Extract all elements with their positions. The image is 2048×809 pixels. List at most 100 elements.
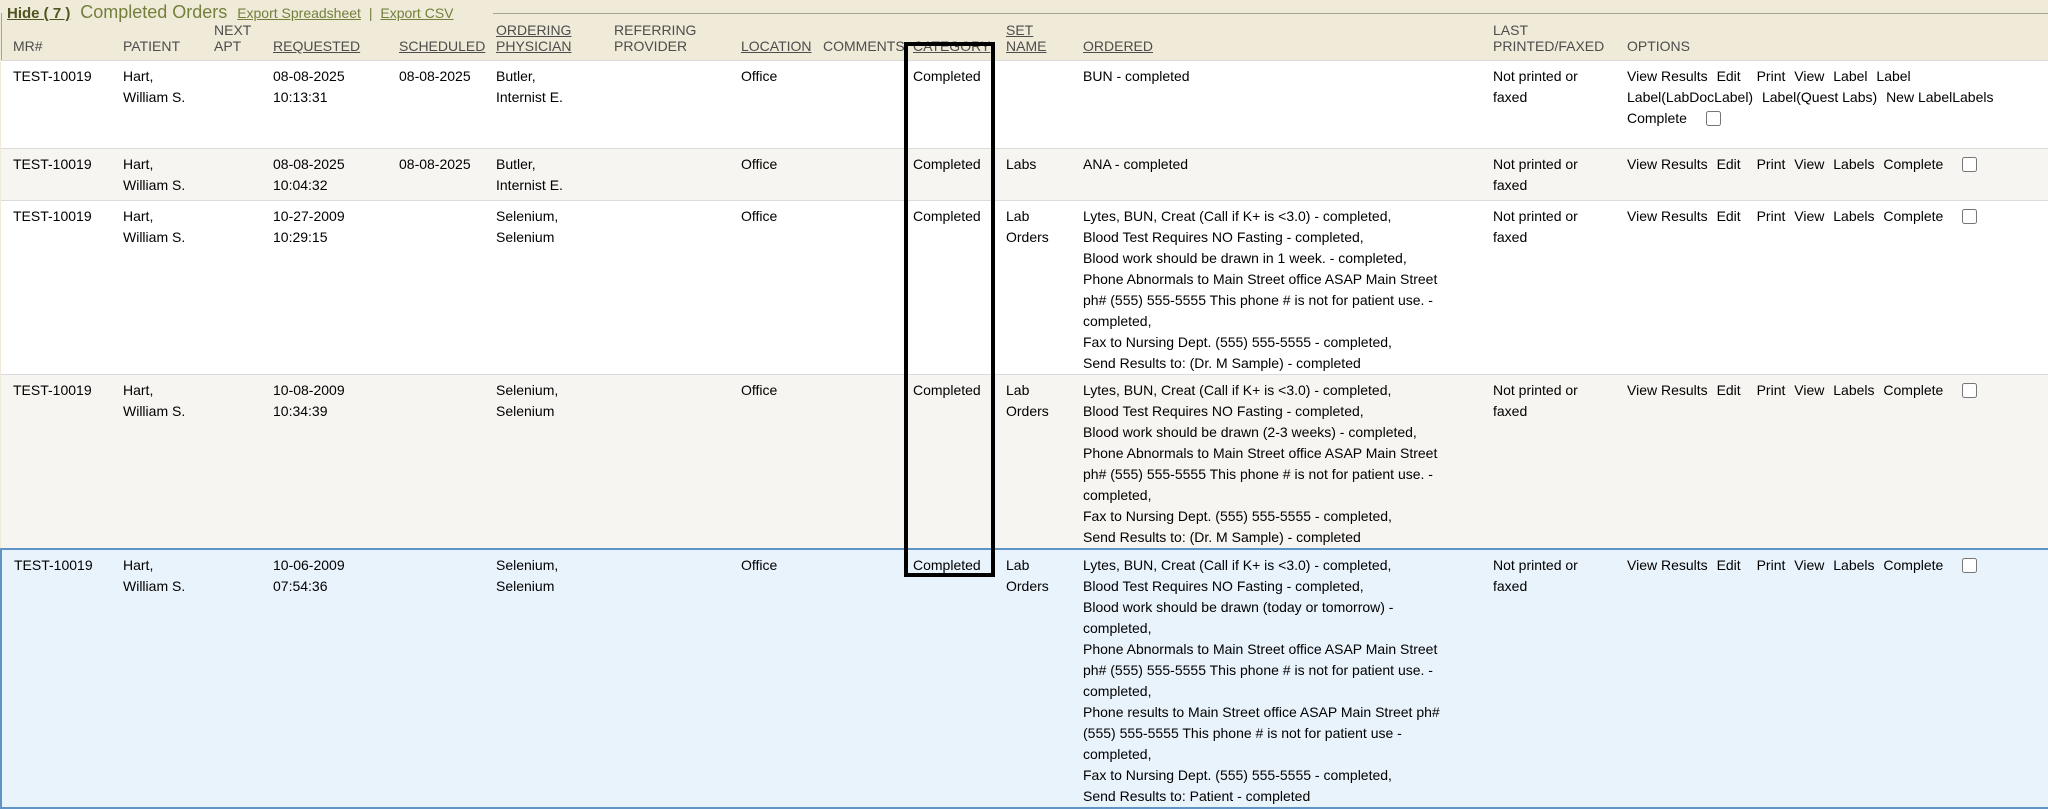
print-link[interactable]: Print — [1757, 208, 1786, 224]
edit-link[interactable]: Edit — [1717, 208, 1741, 224]
cell-requested: 10-08-2009 10:34:39 — [261, 375, 387, 550]
print-link[interactable]: Print — [1757, 557, 1786, 573]
cell-ordering-physician: Butler, Internist E. — [484, 149, 602, 201]
cell-patient: Hart, William S. — [111, 201, 202, 375]
complete-checkbox[interactable] — [1706, 111, 1721, 126]
col-header-mr: MR# — [1, 22, 111, 61]
new-label-link[interactable]: New Label — [1886, 89, 1952, 105]
cell-comments — [811, 375, 901, 550]
hide-link[interactable]: Hide ( 7 ) — [7, 5, 70, 22]
cell-last-printed-faxed: Not printed or faxed — [1481, 61, 1615, 149]
cell-comments — [811, 149, 901, 201]
cell-last-printed-faxed: Not printed or faxed — [1481, 375, 1615, 550]
cell-ordering-physician: Selenium, Selenium — [484, 201, 602, 375]
label-link[interactable]: Label — [1833, 68, 1867, 84]
view-results-link[interactable]: View Results — [1627, 208, 1708, 224]
print-link[interactable]: Print — [1757, 382, 1786, 398]
cell-ordering-physician: Butler, Internist E. — [484, 61, 602, 149]
cell-ordered: BUN - completed — [1071, 61, 1481, 149]
cell-comments — [811, 549, 901, 808]
edit-link[interactable]: Edit — [1717, 68, 1741, 84]
cell-next-apt — [202, 549, 261, 808]
cell-set-name: Lab Orders — [994, 549, 1071, 808]
complete-link[interactable]: Complete — [1627, 110, 1687, 126]
table-row: TEST-10019 Hart, William S. 08-08-2025 1… — [1, 61, 2048, 149]
view-link[interactable]: View — [1794, 156, 1824, 172]
completed-orders-table: MR# PATIENT NEXT APT REQUESTED SCHEDULED… — [0, 22, 2048, 809]
col-header-comments: COMMENTS — [811, 22, 901, 61]
view-results-link[interactable]: View Results — [1627, 156, 1708, 172]
cell-scheduled: 08-08-2025 — [387, 149, 484, 201]
col-header-location-sort[interactable]: LOCATION — [741, 38, 812, 54]
print-link[interactable]: Print — [1757, 156, 1786, 172]
cell-options: View Results Edit Print View Labels Comp… — [1615, 201, 2048, 375]
edit-link[interactable]: Edit — [1717, 557, 1741, 573]
cell-next-apt — [202, 149, 261, 201]
labels-link[interactable]: Labels — [1833, 156, 1874, 172]
cell-category: Completed — [901, 201, 994, 375]
complete-checkbox[interactable] — [1962, 558, 1977, 573]
col-header-set-name-sort[interactable]: SET NAME — [1006, 22, 1046, 54]
complete-checkbox[interactable] — [1962, 383, 1977, 398]
labels-link[interactable]: Labels — [1833, 208, 1874, 224]
labdoclabel-link[interactable]: Label(LabDocLabel) — [1627, 89, 1753, 105]
complete-link[interactable]: Complete — [1883, 382, 1943, 398]
cell-ordered: Lytes, BUN, Creat (Call if K+ is <3.0) -… — [1071, 375, 1481, 550]
cell-category: Completed — [901, 149, 994, 201]
view-results-link[interactable]: View Results — [1627, 557, 1708, 573]
view-link[interactable]: View — [1794, 68, 1824, 84]
col-header-options: OPTIONS — [1615, 22, 2048, 61]
panel-title: Completed Orders — [80, 2, 227, 22]
view-link[interactable]: View — [1794, 557, 1824, 573]
cell-last-printed-faxed: Not printed or faxed — [1481, 149, 1615, 201]
col-header-ordered-sort[interactable]: ORDERED — [1083, 38, 1153, 54]
cell-next-apt — [202, 61, 261, 149]
edit-link[interactable]: Edit — [1717, 382, 1741, 398]
col-header-next-apt: NEXT APT — [202, 22, 261, 61]
complete-checkbox[interactable] — [1962, 157, 1977, 172]
labels-link[interactable]: Labels — [1833, 557, 1874, 573]
label-link[interactable]: Label — [1876, 68, 1910, 84]
complete-link[interactable]: Complete — [1883, 557, 1943, 573]
view-link[interactable]: View — [1794, 208, 1824, 224]
cell-comments — [811, 61, 901, 149]
export-spreadsheet-link[interactable]: Export Spreadsheet — [237, 5, 361, 21]
export-links-separator: | — [369, 5, 373, 21]
cell-set-name: Lab Orders — [994, 375, 1071, 550]
table-row: TEST-10019 Hart, William S. 10-08-2009 1… — [1, 375, 2048, 550]
cell-referring-provider — [602, 375, 729, 550]
col-header-ordering-physician-sort[interactable]: ORDERING PHYSICIAN — [496, 22, 571, 54]
export-csv-link[interactable]: Export CSV — [380, 5, 453, 21]
cell-scheduled — [387, 549, 484, 808]
cell-options: View Results Edit Print View Labels Comp… — [1615, 549, 2048, 808]
complete-link[interactable]: Complete — [1883, 208, 1943, 224]
cell-ordered: Lytes, BUN, Creat (Call if K+ is <3.0) -… — [1071, 549, 1481, 808]
col-header-referring-provider: REFERRING PROVIDER — [602, 22, 729, 61]
col-header-scheduled-sort[interactable]: SCHEDULED — [399, 38, 485, 54]
cell-mr: TEST-10019 — [1, 375, 111, 550]
quest-labs-label-link[interactable]: Label(Quest Labs) — [1762, 89, 1877, 105]
cell-next-apt — [202, 201, 261, 375]
cell-set-name: Labs — [994, 149, 1071, 201]
cell-location: Office — [729, 149, 811, 201]
complete-checkbox[interactable] — [1962, 209, 1977, 224]
col-header-category-sort[interactable]: CATEGORY — [913, 38, 990, 54]
complete-link[interactable]: Complete — [1883, 156, 1943, 172]
view-results-link[interactable]: View Results — [1627, 382, 1708, 398]
col-header-requested-sort[interactable]: REQUESTED — [273, 38, 360, 54]
cell-mr: TEST-10019 — [1, 149, 111, 201]
view-results-link[interactable]: View Results — [1627, 68, 1708, 84]
cell-category: Completed — [901, 375, 994, 550]
cell-scheduled — [387, 375, 484, 550]
cell-next-apt — [202, 375, 261, 550]
cell-last-printed-faxed: Not printed or faxed — [1481, 201, 1615, 375]
view-link[interactable]: View — [1794, 382, 1824, 398]
table-header-row: MR# PATIENT NEXT APT REQUESTED SCHEDULED… — [1, 22, 2048, 61]
labels-link[interactable]: Labels — [1952, 89, 1993, 105]
cell-requested: 10-27-2009 10:29:15 — [261, 201, 387, 375]
cell-options: View Results Edit Print View Labels Comp… — [1615, 149, 2048, 201]
labels-link[interactable]: Labels — [1833, 382, 1874, 398]
edit-link[interactable]: Edit — [1717, 156, 1741, 172]
print-link[interactable]: Print — [1757, 68, 1786, 84]
table-row: TEST-10019 Hart, William S. 08-08-2025 1… — [1, 149, 2048, 201]
